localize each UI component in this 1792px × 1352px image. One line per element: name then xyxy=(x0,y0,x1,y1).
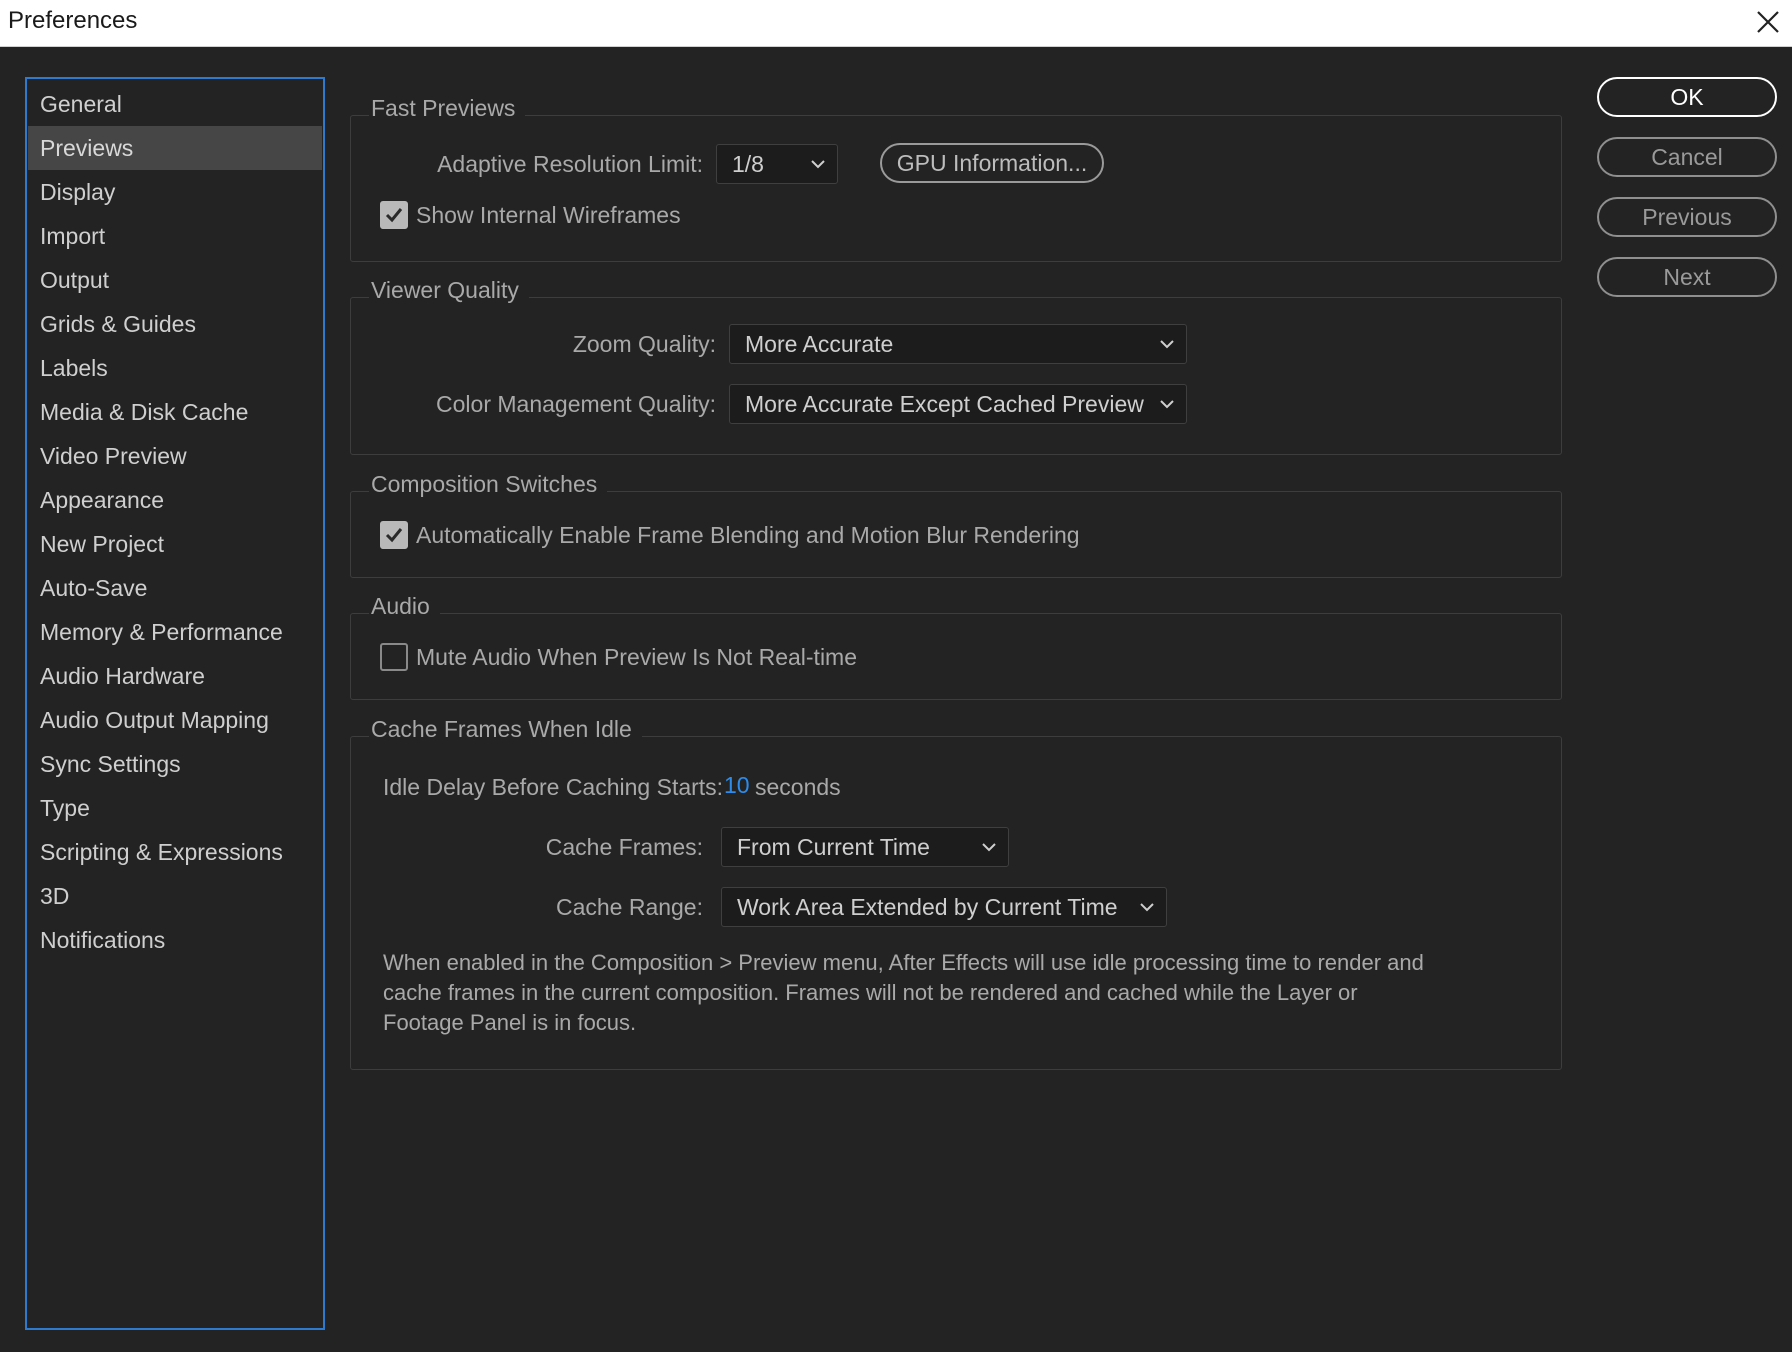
cache-range-label: Cache Range: xyxy=(555,894,703,920)
cache-range-value: Work Area Extended by Current Time xyxy=(737,894,1118,920)
adaptive-resolution-select[interactable]: 1/8 xyxy=(716,144,838,184)
frame-blending-row[interactable]: Automatically Enable Frame Blending and … xyxy=(380,520,1280,550)
composition-switches-title: Composition Switches xyxy=(369,468,608,500)
close-icon[interactable] xyxy=(1752,6,1784,38)
cache-description-line-3: Footage Panel is in focus. xyxy=(383,1010,637,1035)
sidebar-item-video-preview[interactable]: Video Preview xyxy=(28,434,322,478)
sidebar-item-type[interactable]: Type xyxy=(28,786,322,830)
frame-blending-checkbox[interactable] xyxy=(380,521,408,549)
chevron-down-icon xyxy=(980,839,998,855)
sidebar-item-grids-guides[interactable]: Grids & Guides xyxy=(28,302,322,346)
audio-title: Audio xyxy=(369,590,440,622)
sidebar-item-memory-performance[interactable]: Memory & Performance xyxy=(28,610,322,654)
zoom-quality-select[interactable]: More Accurate xyxy=(729,324,1187,364)
sidebar-item-display[interactable]: Display xyxy=(28,170,322,214)
cache-frames-value: From Current Time xyxy=(737,834,930,860)
frame-blending-label: Automatically Enable Frame Blending and … xyxy=(416,522,1080,548)
sidebar-item-import[interactable]: Import xyxy=(28,214,322,258)
cache-frames-label: Cache Frames: xyxy=(545,834,703,860)
mute-audio-row[interactable]: Mute Audio When Preview Is Not Real-time xyxy=(380,642,1080,672)
cache-description-line-1: When enabled in the Composition > Previe… xyxy=(383,950,1424,975)
idle-delay-value[interactable]: 10 xyxy=(724,770,750,800)
ok-button[interactable]: OK xyxy=(1597,77,1777,117)
sidebar-item-media-disk-cache[interactable]: Media & Disk Cache xyxy=(28,390,322,434)
sidebar-item-appearance[interactable]: Appearance xyxy=(28,478,322,522)
adaptive-resolution-label: Adaptive Resolution Limit: xyxy=(437,151,703,177)
viewer-quality-group: Viewer Quality Zoom Quality: More Accura… xyxy=(350,274,1562,455)
checkmark-icon xyxy=(385,528,403,543)
show-wireframes-row[interactable]: Show Internal Wireframes xyxy=(380,200,780,230)
cancel-button[interactable]: Cancel xyxy=(1597,137,1777,177)
checkmark-icon xyxy=(385,208,403,223)
fast-previews-group: Fast Previews Adaptive Resolution Limit:… xyxy=(350,92,1562,262)
mute-audio-checkbox[interactable] xyxy=(380,643,408,671)
sidebar-item-3d[interactable]: 3D xyxy=(28,874,322,918)
idle-delay-unit: seconds xyxy=(755,774,841,800)
zoom-quality-label: Zoom Quality: xyxy=(572,331,716,357)
previous-button[interactable]: Previous xyxy=(1597,197,1777,237)
chevron-down-icon xyxy=(1158,336,1176,352)
preferences-content: Fast Previews Adaptive Resolution Limit:… xyxy=(350,47,1562,1337)
sidebar-item-auto-save[interactable]: Auto-Save xyxy=(28,566,322,610)
viewer-quality-title: Viewer Quality xyxy=(369,274,529,306)
color-management-select[interactable]: More Accurate Except Cached Preview xyxy=(729,384,1187,424)
audio-group: Audio Mute Audio When Preview Is Not Rea… xyxy=(350,590,1562,700)
fast-previews-title: Fast Previews xyxy=(369,92,526,124)
title-bar: Preferences xyxy=(0,0,1792,47)
sidebar-item-audio-output-mapping[interactable]: Audio Output Mapping xyxy=(28,698,322,742)
sidebar-item-scripting-expressions[interactable]: Scripting & Expressions xyxy=(28,830,322,874)
sidebar-item-previews[interactable]: Previews xyxy=(28,126,322,170)
adaptive-resolution-value: 1/8 xyxy=(732,151,764,177)
gpu-information-button[interactable]: GPU Information... xyxy=(880,143,1104,183)
cache-frames-select[interactable]: From Current Time xyxy=(721,827,1009,867)
sidebar-item-notifications[interactable]: Notifications xyxy=(28,918,322,962)
idle-delay-label: Idle Delay Before Caching Starts: xyxy=(383,774,724,800)
color-management-label: Color Management Quality: xyxy=(436,391,716,417)
mute-audio-label: Mute Audio When Preview Is Not Real-time xyxy=(416,644,858,670)
cache-range-select[interactable]: Work Area Extended by Current Time xyxy=(721,887,1167,927)
window-title: Preferences xyxy=(8,7,138,34)
chevron-down-icon xyxy=(1158,396,1176,412)
cache-frames-idle-group: Cache Frames When Idle Idle Delay Before… xyxy=(350,713,1562,1070)
sidebar-item-output[interactable]: Output xyxy=(28,258,322,302)
category-sidebar: General Previews Display Import Output G… xyxy=(25,77,325,1330)
show-wireframes-label: Show Internal Wireframes xyxy=(416,202,681,228)
next-button[interactable]: Next xyxy=(1597,257,1777,297)
chevron-down-icon xyxy=(1138,899,1156,915)
cache-description: When enabled in the Composition > Previe… xyxy=(383,948,1543,1038)
composition-switches-group: Composition Switches Automatically Enabl… xyxy=(350,468,1562,578)
chevron-down-icon xyxy=(809,156,827,172)
show-wireframes-checkbox[interactable] xyxy=(380,201,408,229)
cache-frames-idle-title: Cache Frames When Idle xyxy=(369,713,642,745)
cache-description-line-2: cache frames in the current composition.… xyxy=(383,980,1358,1005)
zoom-quality-value: More Accurate xyxy=(745,331,894,357)
sidebar-item-sync-settings[interactable]: Sync Settings xyxy=(28,742,322,786)
sidebar-item-audio-hardware[interactable]: Audio Hardware xyxy=(28,654,322,698)
color-management-value: More Accurate Except Cached Preview xyxy=(745,391,1144,417)
sidebar-item-labels[interactable]: Labels xyxy=(28,346,322,390)
sidebar-item-general[interactable]: General xyxy=(28,82,322,126)
sidebar-item-new-project[interactable]: New Project xyxy=(28,522,322,566)
